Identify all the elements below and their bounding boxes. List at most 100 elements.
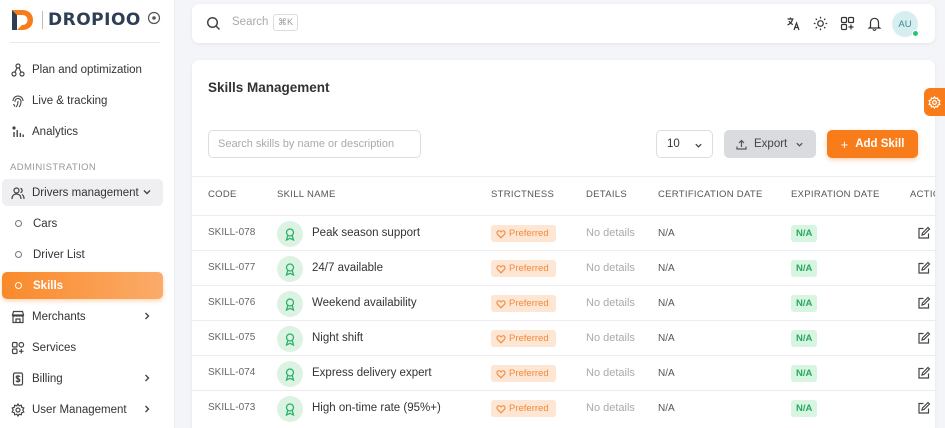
- expiration-date-badge: N/A: [791, 225, 818, 242]
- heart-check-icon: [496, 404, 506, 414]
- column-header-actions[interactable]: ACTIO: [910, 189, 935, 200]
- sidebar-item-live-tracking[interactable]: Live & tracking: [2, 87, 163, 114]
- bullet-icon: [15, 251, 22, 258]
- translate-icon[interactable]: [786, 16, 801, 31]
- award-icon: [285, 298, 295, 311]
- skill-name[interactable]: Weekend availability: [312, 297, 417, 309]
- edit-icon[interactable]: [917, 331, 931, 345]
- column-header-code[interactable]: CODE: [208, 189, 237, 200]
- sidebar-item-label: Plan and optimization: [32, 63, 142, 76]
- skill-code: SKILL-078: [208, 227, 256, 238]
- sidebar-item-cars[interactable]: Cars: [2, 210, 163, 237]
- users-icon: [11, 186, 25, 199]
- table-row[interactable]: SKILL-075 Night shift Preferred No detai…: [192, 320, 935, 355]
- strictness-badge: Preferred: [491, 365, 556, 382]
- certification-date: N/A: [658, 368, 675, 379]
- sidebar-item-plan-and-optimization[interactable]: Plan and optimization: [2, 56, 163, 83]
- sidebar-item-driver-list[interactable]: Driver List: [2, 241, 163, 268]
- strictness-badge: Preferred: [491, 225, 556, 242]
- column-header-expiration-date[interactable]: EXPIRATION DATE: [791, 189, 880, 200]
- skill-avatar: [277, 291, 303, 317]
- export-label: Export: [754, 138, 788, 150]
- table-row[interactable]: SKILL-073 High on-time rate (95%+) Prefe…: [192, 390, 935, 425]
- certification-date: N/A: [658, 333, 675, 344]
- column-header-strictness[interactable]: STRICTNESS: [491, 189, 554, 200]
- sidebar-item-label: Cars: [33, 217, 58, 230]
- edit-icon[interactable]: [917, 401, 931, 415]
- sidebar-item-user-management[interactable]: User Management: [2, 396, 163, 423]
- user-avatar[interactable]: AU: [892, 11, 919, 37]
- global-search-input[interactable]: Search: [232, 16, 268, 28]
- skill-avatar: [277, 361, 303, 387]
- skill-search-input[interactable]: [208, 130, 421, 158]
- sidebar: DROPIOO Plan and optimization Live & tra…: [0, 0, 175, 428]
- strictness-badge: Preferred: [491, 295, 556, 312]
- award-icon: [285, 333, 295, 346]
- brand-logo[interactable]: DROPIOO: [10, 8, 141, 32]
- sidebar-item-analytics[interactable]: Analytics: [2, 118, 163, 145]
- page-size-select[interactable]: 10: [656, 130, 713, 158]
- sidebar-item-label: Skills: [33, 279, 64, 292]
- upload-icon: [736, 139, 747, 150]
- chevron-right-icon: [145, 312, 150, 320]
- skill-details: No details: [586, 262, 635, 274]
- table-row[interactable]: SKILL-076 Weekend availability Preferred…: [192, 285, 935, 320]
- strictness-label: Preferred: [509, 228, 549, 239]
- skill-name[interactable]: Night shift: [312, 332, 363, 344]
- expiration-date-badge: N/A: [791, 330, 818, 347]
- strictness-label: Preferred: [509, 403, 549, 414]
- gear-icon: [11, 402, 25, 417]
- sidebar-item-billing[interactable]: Billing: [2, 365, 163, 392]
- edit-icon[interactable]: [917, 296, 931, 310]
- search-icon[interactable]: [206, 16, 221, 31]
- heart-check-icon: [496, 299, 506, 309]
- skill-name[interactable]: Peak season support: [312, 227, 420, 239]
- sidebar-item-label: Live & tracking: [32, 94, 108, 107]
- export-button[interactable]: Export: [724, 130, 816, 158]
- edit-icon[interactable]: [917, 226, 931, 240]
- heart-check-icon: [496, 229, 506, 239]
- skill-details: No details: [586, 367, 635, 379]
- customizer-toggle-button[interactable]: [924, 88, 945, 116]
- edit-icon[interactable]: [917, 366, 931, 380]
- edit-icon[interactable]: [917, 261, 931, 275]
- sidebar-item-skills[interactable]: Skills: [2, 272, 163, 299]
- sidebar-item-label: Merchants: [32, 310, 86, 323]
- award-icon: [285, 403, 295, 416]
- online-status-dot: [912, 30, 919, 37]
- avatar-initials: AU: [898, 18, 912, 30]
- billing-icon: [12, 371, 24, 386]
- strictness-badge: Preferred: [491, 330, 556, 347]
- table-row[interactable]: SKILL-078 Peak season support Preferred …: [192, 215, 935, 250]
- sidebar-item-label: Drivers management: [32, 186, 139, 199]
- sidebar-item-drivers-management[interactable]: Drivers management: [2, 179, 163, 206]
- strictness-label: Preferred: [509, 298, 549, 309]
- strictness-badge: Preferred: [491, 260, 556, 277]
- bell-icon[interactable]: [867, 16, 882, 31]
- sidebar-item-label: Billing: [32, 372, 63, 385]
- strictness-label: Preferred: [509, 333, 549, 344]
- skill-name[interactable]: Express delivery expert: [312, 367, 432, 379]
- skill-code: SKILL-073: [208, 402, 256, 413]
- sidebar-item-services[interactable]: Services: [2, 334, 163, 361]
- table-row[interactable]: SKILL-077 24/7 available Preferred No de…: [192, 250, 935, 285]
- chevron-right-icon: [145, 374, 150, 382]
- heart-check-icon: [496, 264, 506, 274]
- column-header-skill-name[interactable]: SKILL NAME: [277, 189, 336, 200]
- add-skill-button[interactable]: + Add Skill: [827, 130, 918, 158]
- skill-name[interactable]: High on-time rate (95%+): [312, 402, 441, 414]
- section-label-administration: ADMINISTRATION: [10, 162, 97, 173]
- sidebar-toggle-icon[interactable]: [147, 11, 161, 25]
- page-size-value: 10: [667, 138, 680, 150]
- column-header-certification-date[interactable]: CERTIFICATION DATE: [658, 189, 763, 200]
- fingerprint-icon: [12, 95, 24, 107]
- sidebar-item-merchants[interactable]: Merchants: [2, 303, 163, 330]
- sun-icon[interactable]: [813, 16, 828, 31]
- skill-name[interactable]: 24/7 available: [312, 262, 383, 274]
- gear-icon: [928, 95, 941, 109]
- column-header-details[interactable]: DETAILS: [586, 189, 627, 200]
- table-row[interactable]: SKILL-074 Express delivery expert Prefer…: [192, 355, 935, 390]
- skill-avatar: [277, 396, 303, 422]
- search-shortcut-badge: ⌘K: [273, 14, 299, 31]
- apps-grid-icon[interactable]: [840, 16, 855, 31]
